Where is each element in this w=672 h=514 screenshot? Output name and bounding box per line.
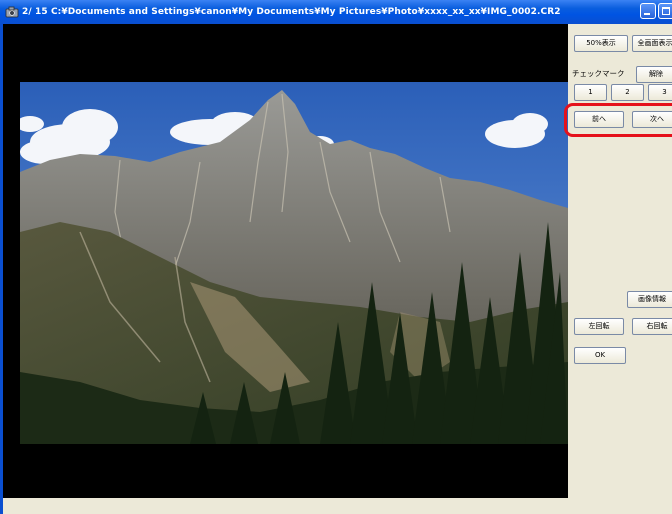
view-50-percent-button[interactable]: 50%表示 (574, 35, 628, 52)
image-viewer-window: 2/ 15 C:¥Documents and Settings¥canon¥My… (0, 0, 672, 514)
maximize-button[interactable] (658, 3, 672, 19)
rotate-left-button[interactable]: 左回転 (574, 318, 624, 335)
full-screen-button[interactable]: 全画面表示 (632, 35, 672, 52)
highlight-callout (564, 103, 672, 137)
minimize-button[interactable] (640, 3, 656, 19)
title-bar[interactable]: 2/ 15 C:¥Documents and Settings¥canon¥My… (0, 0, 672, 24)
window-title: 2/ 15 C:¥Documents and Settings¥canon¥My… (22, 7, 561, 17)
image-info-button[interactable]: 画像情報 (627, 291, 672, 308)
checkmark-3-button[interactable]: 3 (648, 84, 672, 101)
image-view-area[interactable] (3, 24, 568, 498)
checkmark-label: チェックマーク (572, 69, 625, 78)
rotate-right-button[interactable]: 右回転 (632, 318, 672, 335)
photo-preview (20, 82, 568, 444)
checkmark-clear-button[interactable]: 解除 (636, 66, 672, 83)
ok-button[interactable]: OK (574, 347, 626, 364)
checkmark-1-button[interactable]: 1 (574, 84, 607, 101)
app-icon (5, 6, 19, 18)
status-bar (3, 498, 672, 514)
checkmark-2-button[interactable]: 2 (611, 84, 644, 101)
